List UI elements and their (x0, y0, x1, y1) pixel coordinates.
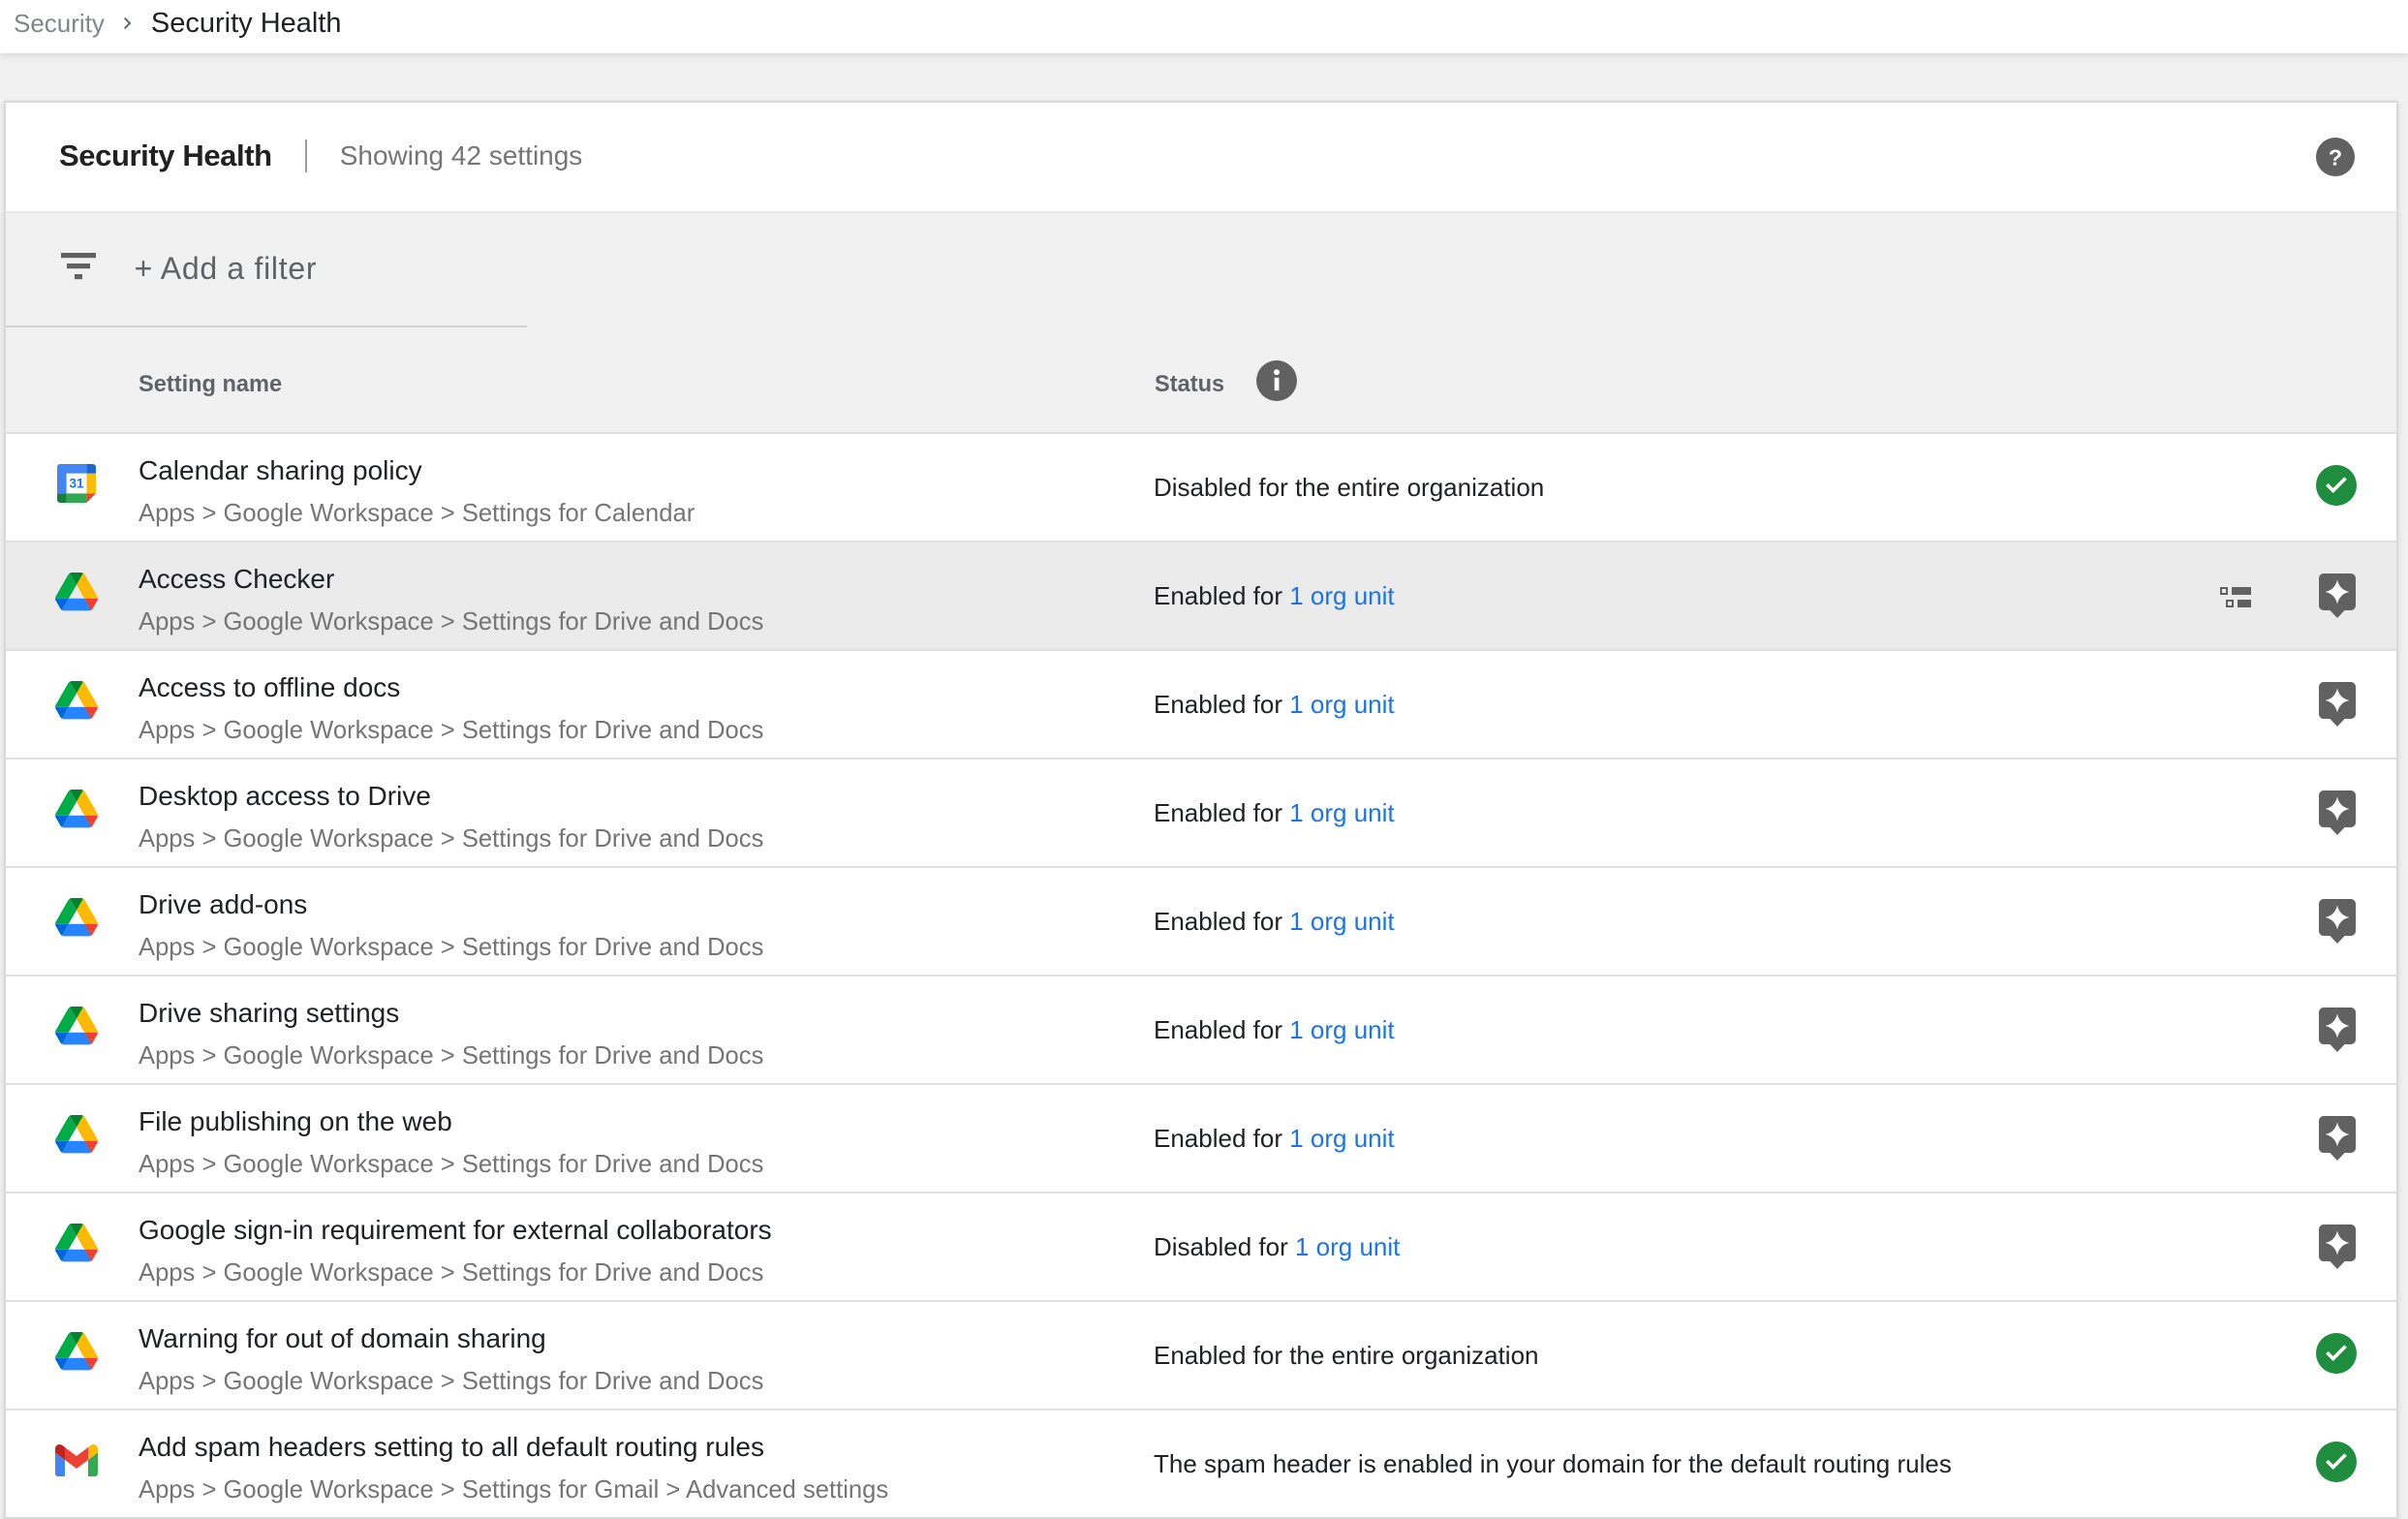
svg-text:?: ? (2329, 144, 2342, 170)
svg-text:31: 31 (69, 476, 84, 490)
